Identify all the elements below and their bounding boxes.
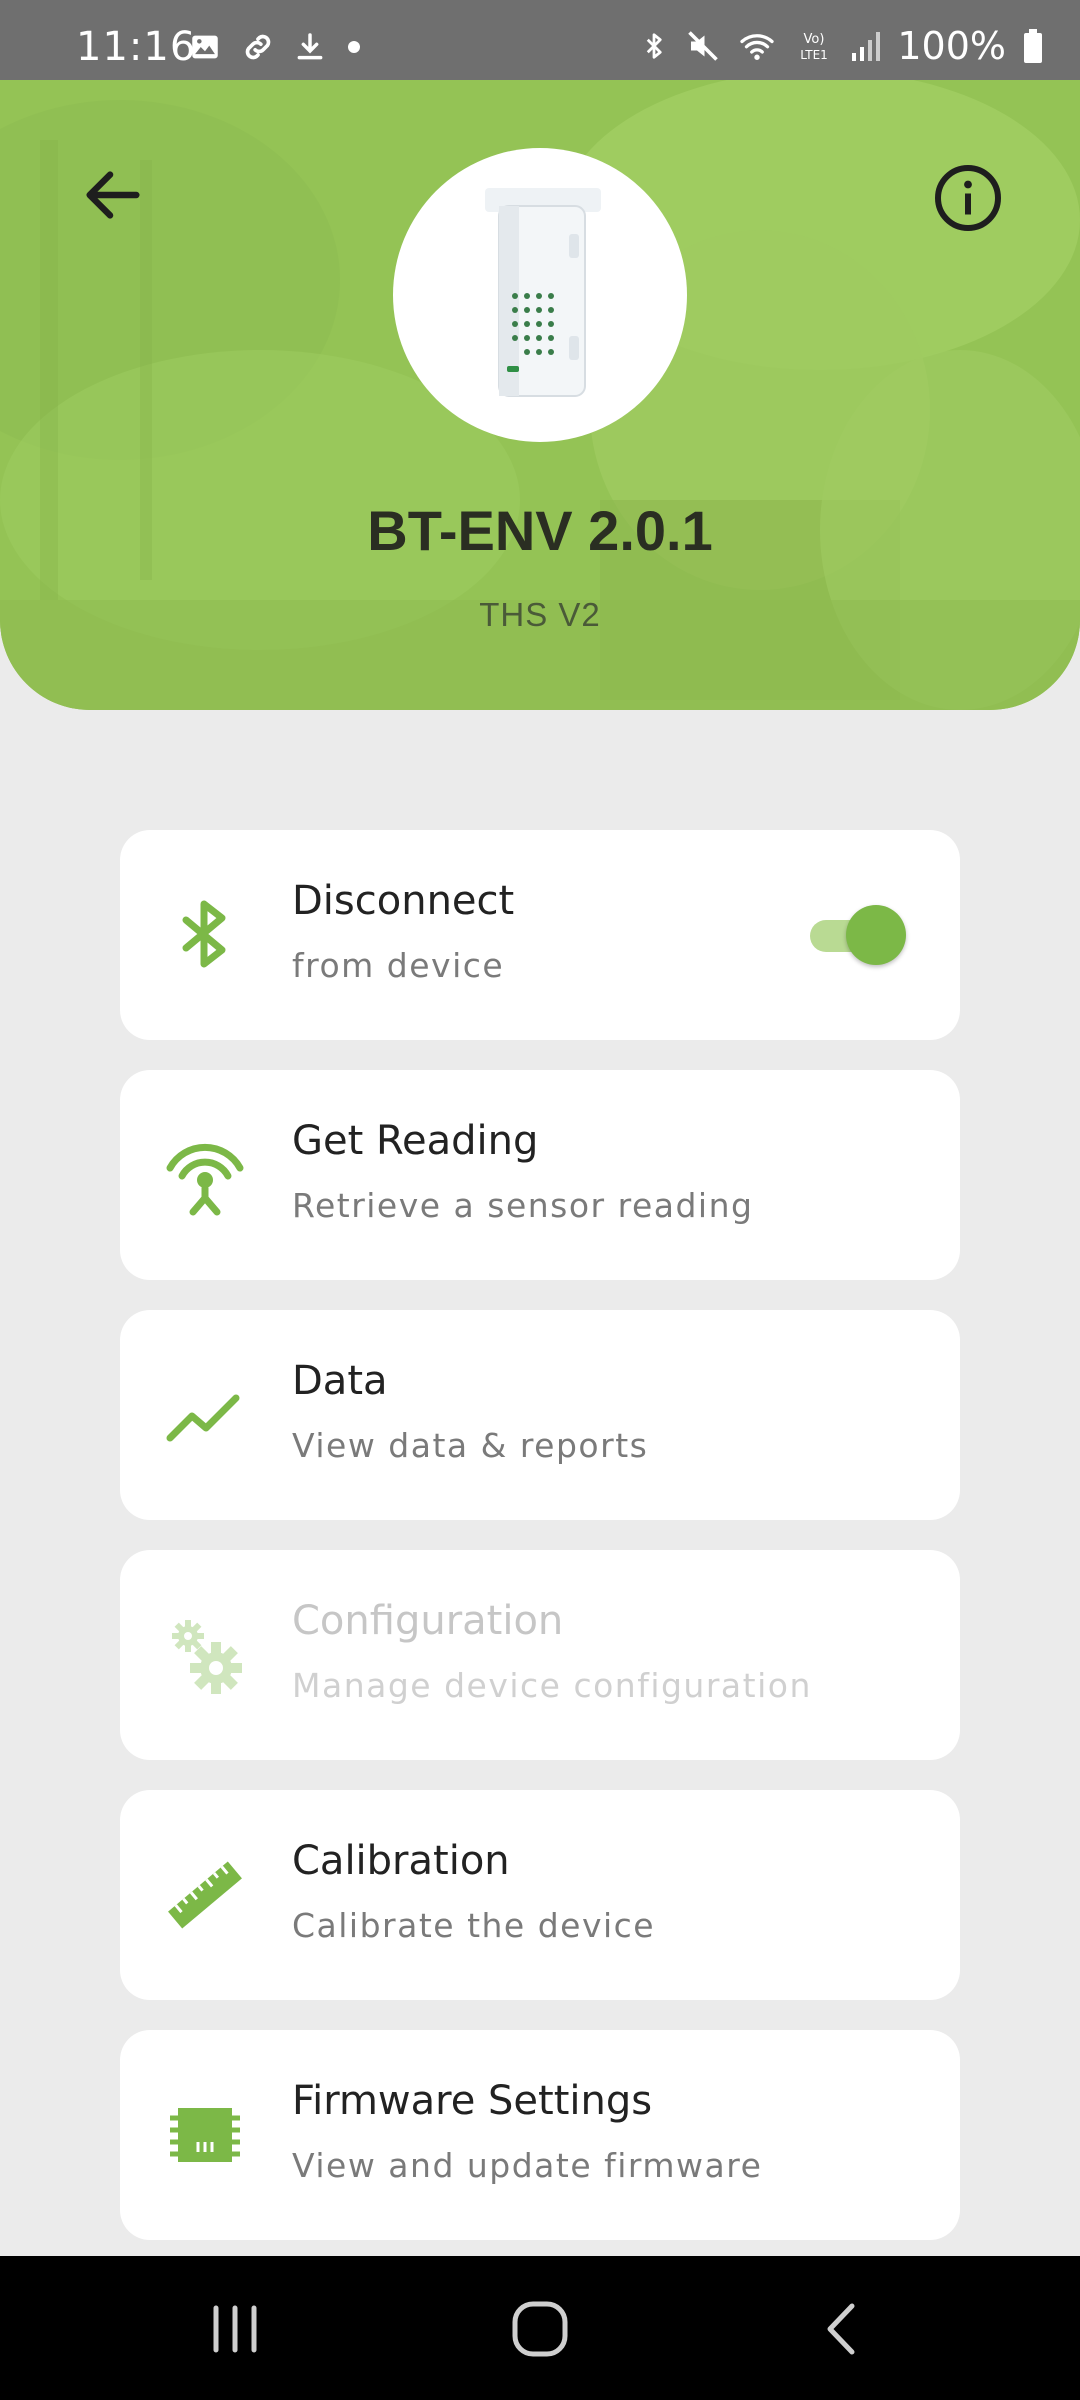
chip-icon [170,2108,240,2162]
device-model: THS V2 [479,596,601,633]
back-arrow-icon[interactable] [78,160,148,230]
menu-item-title: Disconnect [292,878,515,924]
back-nav-icon[interactable] [808,2294,878,2364]
status-system-icons: Vo) LTE1 100% [639,24,1044,68]
menu-item-calibration[interactable]: Calibration Calibrate the device [120,1790,960,2000]
dot-icon [348,41,360,53]
menu-item-subtitle: Retrieve a sensor reading [292,1186,754,1225]
battery-icon [1024,29,1042,63]
system-navigation-bar [0,2256,1080,2400]
menu-item-title: Get Reading [292,1118,539,1164]
menu-item-title: Firmware Settings [292,2078,653,2124]
menu-item-get-reading[interactable]: Get Reading Retrieve a sensor reading [120,1070,960,1280]
device-header: BT-ENV 2.0.1 THS V2 [0,80,1080,710]
status-time: 11:16 [76,24,197,70]
device-name: BT-ENV 2.0.1 [367,499,713,562]
menu-item-subtitle: View data & reports [292,1426,649,1465]
recent-apps-icon[interactable] [200,2294,270,2364]
gears-icon [172,1620,242,1694]
svg-text:LTE1: LTE1 [801,48,829,62]
menu-item-subtitle: Manage device configuration [292,1666,812,1705]
menu-item-data[interactable]: Data View data & reports [120,1310,960,1520]
ruler-icon [168,1861,242,1929]
battery-percent: 100% [897,24,1006,68]
status-notification-icons [188,30,364,64]
svg-text:Vo): Vo) [804,32,825,47]
menu-item-disconnect[interactable]: Disconnect from device [120,830,960,1040]
image-icon [192,35,218,59]
volte-icon: Vo)LTE1 [801,32,829,62]
bluetooth-icon [182,900,226,968]
menu-item-subtitle: Calibrate the device [292,1906,656,1945]
connection-toggle[interactable] [806,902,906,968]
link-icon [245,34,271,60]
status-bar: 11:16 Vo) LTE1 100% [0,0,1080,80]
device-image [393,148,687,442]
toggle-thumb [846,905,906,965]
download-icon [297,33,323,60]
menu-item-subtitle: from device [292,946,505,985]
mute-icon [688,31,719,61]
wifi-icon [740,34,775,60]
home-icon[interactable] [505,2294,575,2364]
sensor-device-icon [485,188,601,397]
signal-icon [852,32,881,61]
menu-item-configuration[interactable]: Configuration Manage device configuratio… [120,1550,960,1760]
menu-item-title: Calibration [292,1838,510,1884]
trend-line-icon [166,1394,240,1442]
bluetooth-status-icon [647,33,662,59]
info-icon[interactable] [932,162,1004,234]
menu-item-firmware-settings[interactable]: Firmware Settings View and update firmwa… [120,2030,960,2240]
menu-item-title: Configuration [292,1598,564,1644]
menu-item-title: Data [292,1358,388,1404]
menu-item-subtitle: View and update firmware [292,2146,763,2185]
antenna-icon [166,1143,244,1216]
